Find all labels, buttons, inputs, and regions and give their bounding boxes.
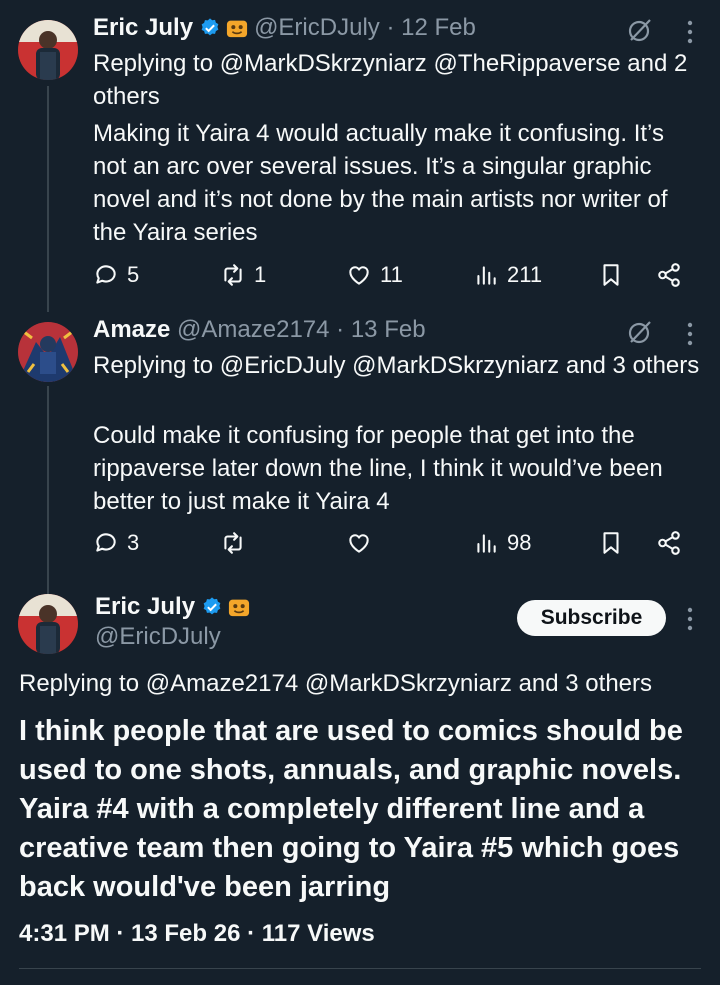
verified-badge-icon xyxy=(199,17,221,39)
views-count: 98 xyxy=(507,530,532,555)
repost-count: 1 xyxy=(254,262,267,287)
reply-button[interactable]: 3 xyxy=(93,530,139,556)
tweet-text: Could make it confusing for people that … xyxy=(93,422,663,515)
tweet-actions: 5 1 11 211 xyxy=(93,262,693,292)
like-button[interactable]: 11 xyxy=(346,262,403,288)
like-icon xyxy=(349,266,369,285)
tweet-1[interactable]: Eric July @EricDJuly · 12 Feb Replying t… xyxy=(0,0,720,310)
reply-count: 5 xyxy=(127,262,140,287)
like-icon xyxy=(349,534,369,553)
emoji-badge-icon xyxy=(226,17,248,39)
reply-button[interactable]: 5 xyxy=(93,262,139,288)
more-icon[interactable] xyxy=(686,19,694,45)
repost-button[interactable] xyxy=(220,530,254,556)
main-tweet-text: I think people that are used to comics s… xyxy=(19,715,683,903)
author-name[interactable]: Eric July xyxy=(95,593,195,621)
bookmark-button[interactable] xyxy=(598,262,632,288)
avatar[interactable] xyxy=(18,20,78,80)
views-button[interactable]: 211 xyxy=(473,262,542,288)
tweet-date[interactable]: 12 Feb xyxy=(401,14,476,42)
reply-icon xyxy=(96,533,116,552)
avatar[interactable] xyxy=(18,322,78,382)
tweet-text: Making it Yaira 4 would actually make it… xyxy=(93,120,668,246)
views-count: 211 xyxy=(507,262,543,287)
like-count: 11 xyxy=(380,262,403,287)
bookmark-icon xyxy=(603,264,619,286)
divider xyxy=(19,968,701,969)
more-icon[interactable] xyxy=(686,321,694,347)
share-button[interactable] xyxy=(656,262,690,288)
handle[interactable]: @EricDJuly xyxy=(254,14,380,42)
bookmark-icon xyxy=(603,532,619,554)
tweet-header: Eric July @EricDJuly · 12 Feb xyxy=(93,14,476,42)
reply-icon xyxy=(96,265,116,284)
main-reply-context[interactable]: Replying to @Amaze2174 @MarkDSkrzyniarz … xyxy=(19,670,652,698)
reply-prefix: Replying to xyxy=(93,352,214,379)
tweet-header: Amaze @Amaze2174 · 13 Feb xyxy=(93,316,426,344)
tweet-2[interactable]: Amaze @Amaze2174 · 13 Feb Replying to @E… xyxy=(0,310,720,590)
tweet-date[interactable]: 13 Feb xyxy=(351,316,426,344)
more-icon[interactable] xyxy=(686,606,694,632)
emoji-badge-icon xyxy=(228,596,250,618)
main-tweet-header: Eric July xyxy=(95,593,256,621)
views-button[interactable]: 98 xyxy=(473,530,531,556)
bookmark-button[interactable] xyxy=(598,530,632,556)
share-icon xyxy=(658,531,680,555)
verified-badge-icon xyxy=(201,596,223,618)
repost-icon xyxy=(224,264,242,286)
tweet-actions: 3 98 xyxy=(93,530,693,560)
author-name[interactable]: Eric July xyxy=(93,14,193,42)
reply-context: Replying to @EricDJuly @MarkDSkrzyniarz … xyxy=(93,349,703,382)
subscribe-button[interactable]: Subscribe xyxy=(517,600,666,636)
avatar[interactable] xyxy=(18,594,78,654)
author-name[interactable]: Amaze xyxy=(93,316,170,344)
repost-button[interactable]: 1 xyxy=(220,262,266,288)
reply-context: Replying to @MarkDSkrzyniarz @TheRippave… xyxy=(93,47,703,113)
handle[interactable]: @Amaze2174 xyxy=(177,316,329,344)
separator-dot: · xyxy=(379,14,402,41)
separator-dot: · xyxy=(329,316,351,343)
reply-count: 3 xyxy=(127,530,140,555)
reply-prefix: Replying to xyxy=(93,50,214,77)
reply-targets[interactable]: @EricDJuly @MarkDSkrzyniarz and 3 others xyxy=(220,352,700,379)
views-icon xyxy=(477,266,496,285)
share-button[interactable] xyxy=(656,530,690,556)
grok-icon[interactable] xyxy=(627,17,653,43)
views-icon xyxy=(477,534,496,553)
tweet-meta[interactable]: 4:31 PM · 13 Feb 26 · 117 Views xyxy=(19,920,375,948)
grok-icon[interactable] xyxy=(627,319,653,345)
repost-icon xyxy=(224,532,242,554)
like-button[interactable] xyxy=(346,530,380,556)
share-icon xyxy=(658,263,680,287)
main-handle[interactable]: @EricDJuly xyxy=(95,623,221,651)
